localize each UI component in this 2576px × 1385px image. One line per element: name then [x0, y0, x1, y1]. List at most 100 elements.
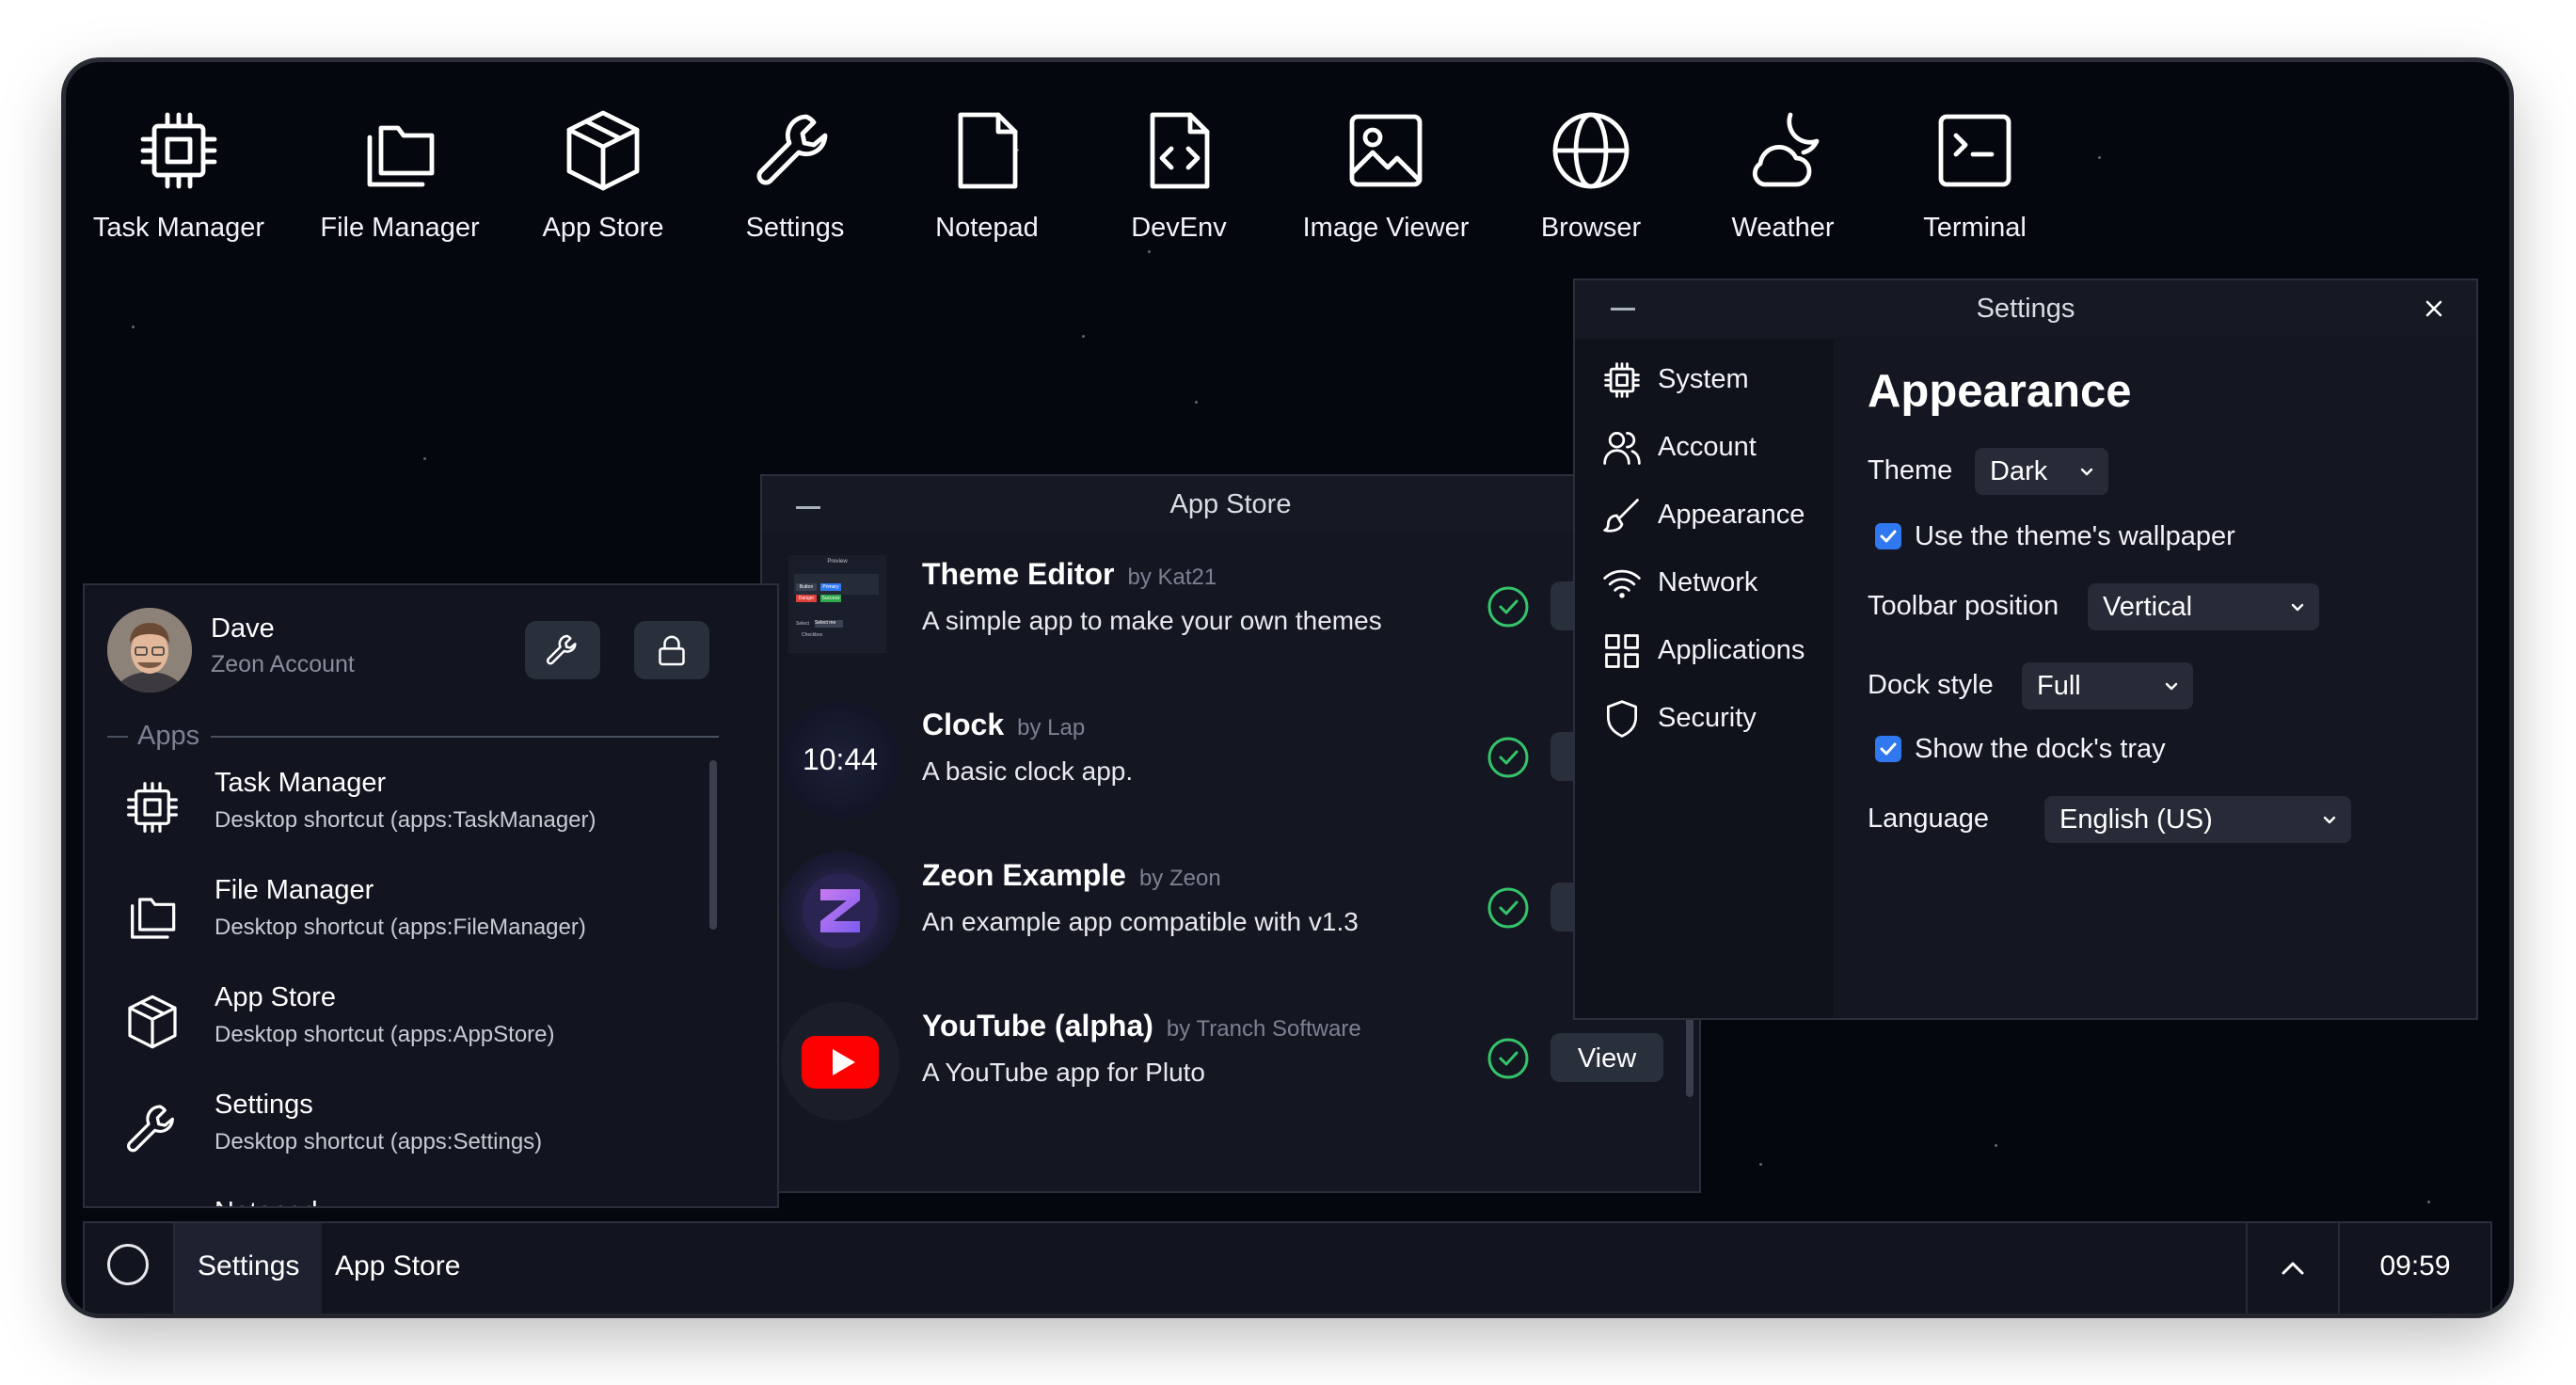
preview-title: Preview — [827, 559, 848, 565]
star — [1082, 335, 1085, 338]
brush-icon — [1603, 499, 1639, 533]
launcher-item-desc: Desktop shortcut (apps:Settings) — [215, 1129, 543, 1154]
code-file-icon — [1150, 112, 1210, 189]
desktop-icon-image-viewer[interactable]: Image Viewer — [1287, 105, 1485, 244]
lock-button[interactable] — [634, 621, 709, 679]
sidebar-item-appearance[interactable]: Appearance — [1601, 486, 1827, 542]
app-author: by Zeon — [1138, 866, 1221, 891]
app-row-clock: 10:44 Clockby Lap A basic clock app. Vie… — [771, 694, 1693, 826]
desktop-icon-notepad[interactable]: Notepad — [888, 105, 1086, 244]
launcher-item-app-store[interactable]: App Store Desktop shortcut (apps:AppStor… — [122, 975, 706, 1069]
chevron-up-icon — [2282, 1262, 2304, 1275]
wallpaper-label: Use the theme's wallpaper — [1915, 521, 2235, 551]
app-name: Clock by Lap — [922, 708, 1085, 742]
check-circle-icon — [1487, 586, 1529, 628]
launcher-item-file-manager[interactable]: File Manager Desktop shortcut (apps:File… — [122, 868, 706, 962]
sidebar-item-label: Applications — [1658, 635, 1805, 665]
launcher-item-notepad[interactable]: Notepad — [122, 1189, 706, 1206]
view-button[interactable]: View — [1550, 1033, 1663, 1082]
sidebar-item-applications[interactable]: Applications — [1601, 621, 1827, 677]
tray-checkbox[interactable] — [1875, 736, 1901, 762]
sidebar-item-security[interactable]: Security — [1601, 689, 1827, 745]
language-label: Language — [1868, 804, 1990, 834]
check-circle-icon — [1487, 737, 1529, 778]
dock-task-settings[interactable]: Settings — [175, 1223, 323, 1313]
desktop-icon-weather[interactable]: Weather — [1684, 105, 1882, 244]
desktop-icon-file-manager[interactable]: File Manager — [301, 105, 499, 244]
cpu-icon — [127, 782, 178, 833]
app-author: by Kat21 — [1127, 565, 1217, 590]
appstore-window: App Store Preview Button Primary Danger … — [760, 474, 1701, 1193]
app-description: An example app compatible with v1.3 — [922, 907, 1359, 936]
file-icon — [958, 112, 1018, 189]
cpu-icon — [1604, 362, 1640, 398]
app-name-text: YouTube (alpha) — [922, 1009, 1153, 1043]
app-description: A simple app to make your own themes — [922, 606, 1382, 635]
avatar[interactable] — [107, 608, 192, 692]
dock-clock[interactable]: 09:59 — [2340, 1223, 2490, 1313]
star — [423, 457, 426, 460]
wrench-icon — [546, 634, 577, 665]
desktop-icon-label: Notepad — [935, 213, 1039, 243]
language-select[interactable]: English (US) — [2044, 796, 2351, 843]
wallpaper-checkbox[interactable] — [1875, 523, 1901, 549]
sidebar-item-label: Security — [1658, 703, 1757, 733]
app-name-text: Theme Editor — [922, 557, 1115, 591]
circle-icon — [107, 1244, 149, 1285]
tray-toggle-button[interactable] — [2246, 1223, 2340, 1313]
youtube-logo-icon — [802, 1036, 879, 1089]
start-button[interactable] — [85, 1223, 173, 1313]
sidebar-item-label: Network — [1658, 567, 1758, 597]
app-row-youtube: YouTube (alpha) by Tranch Software A YouT… — [771, 995, 1693, 1127]
launcher-item-desc: Desktop shortcut (apps:FileManager) — [215, 915, 586, 940]
sidebar-item-system[interactable]: System — [1601, 350, 1827, 406]
app-row-zeon-example: Zeon Example by Zeon An example app compa… — [771, 845, 1693, 977]
launcher-scrollbar[interactable] — [709, 760, 717, 930]
launcher-item-name: Task Manager — [215, 768, 387, 798]
clock-thumbnail-time: 10:44 — [802, 742, 879, 776]
desktop-icon-app-store[interactable]: App Store — [504, 105, 702, 244]
desktop-icon-devenv[interactable]: DevEnv — [1080, 105, 1278, 244]
desktop-icon-task-manager[interactable]: Task Manager — [80, 105, 278, 244]
launcher-item-task-manager[interactable]: Task Manager Desktop shortcut (apps:Task… — [122, 760, 706, 854]
preview-select: Select me — [815, 620, 843, 628]
desktop-icon-browser[interactable]: Browser — [1492, 105, 1690, 244]
close-icon[interactable] — [2420, 295, 2448, 323]
sidebar-item-account[interactable]: Account — [1601, 418, 1827, 474]
app-author: by Tranch Software — [1166, 1016, 1361, 1042]
theme-select[interactable]: Dark — [1975, 448, 2108, 495]
settings-content: Appearance Theme Dark Use the theme's wa… — [1834, 339, 2476, 1018]
box-icon — [566, 110, 640, 191]
desktop-icon-label: App Store — [542, 213, 664, 243]
desktop-icon-label: Weather — [1731, 213, 1835, 243]
app-description: A YouTube app for Pluto — [922, 1058, 1205, 1087]
desktop-icon-label: Image Viewer — [1302, 213, 1470, 243]
wrench-icon — [127, 1105, 174, 1153]
desktop-icon-settings[interactable]: Settings — [696, 105, 894, 244]
app-name: YouTube (alpha) by Tranch Software — [922, 1009, 1361, 1043]
apps-section-header: Apps — [107, 721, 719, 751]
dock-style-select[interactable]: Full — [2022, 662, 2193, 709]
language-value: English (US) — [2059, 804, 2213, 835]
appstore-titlebar[interactable]: App Store — [762, 476, 1699, 533]
theme-select-value: Dark — [1990, 456, 2048, 486]
settings-button[interactable] — [525, 621, 600, 679]
terminal-icon — [1938, 114, 2012, 187]
sidebar-item-network[interactable]: Network — [1601, 553, 1827, 610]
preview-danger: Danger — [796, 595, 817, 602]
launcher-item-desc: Desktop shortcut (apps:AppStore) — [215, 1022, 555, 1047]
zeon-logo-icon — [803, 873, 878, 948]
preview-primary: Primary — [820, 583, 841, 591]
dock-style-value: Full — [2037, 671, 2081, 701]
chevron-down-icon — [2291, 603, 2304, 612]
user-name: Dave — [211, 613, 275, 644]
toolbar-position-select[interactable]: Vertical — [2088, 583, 2319, 630]
settings-titlebar[interactable]: Settings — [1575, 280, 2476, 337]
app-description: A basic clock app. — [922, 756, 1134, 786]
user-account-type: Zeon Account — [211, 651, 355, 677]
desktop-icon-terminal[interactable]: Terminal — [1876, 105, 2074, 244]
theme-editor-thumbnail: Preview Button Primary Danger Success Se… — [788, 555, 886, 653]
launcher-item-settings[interactable]: Settings Desktop shortcut (apps:Settings… — [122, 1082, 706, 1176]
dock-task-app-store[interactable]: App Store — [312, 1223, 483, 1313]
preview-button: Button — [796, 583, 817, 591]
